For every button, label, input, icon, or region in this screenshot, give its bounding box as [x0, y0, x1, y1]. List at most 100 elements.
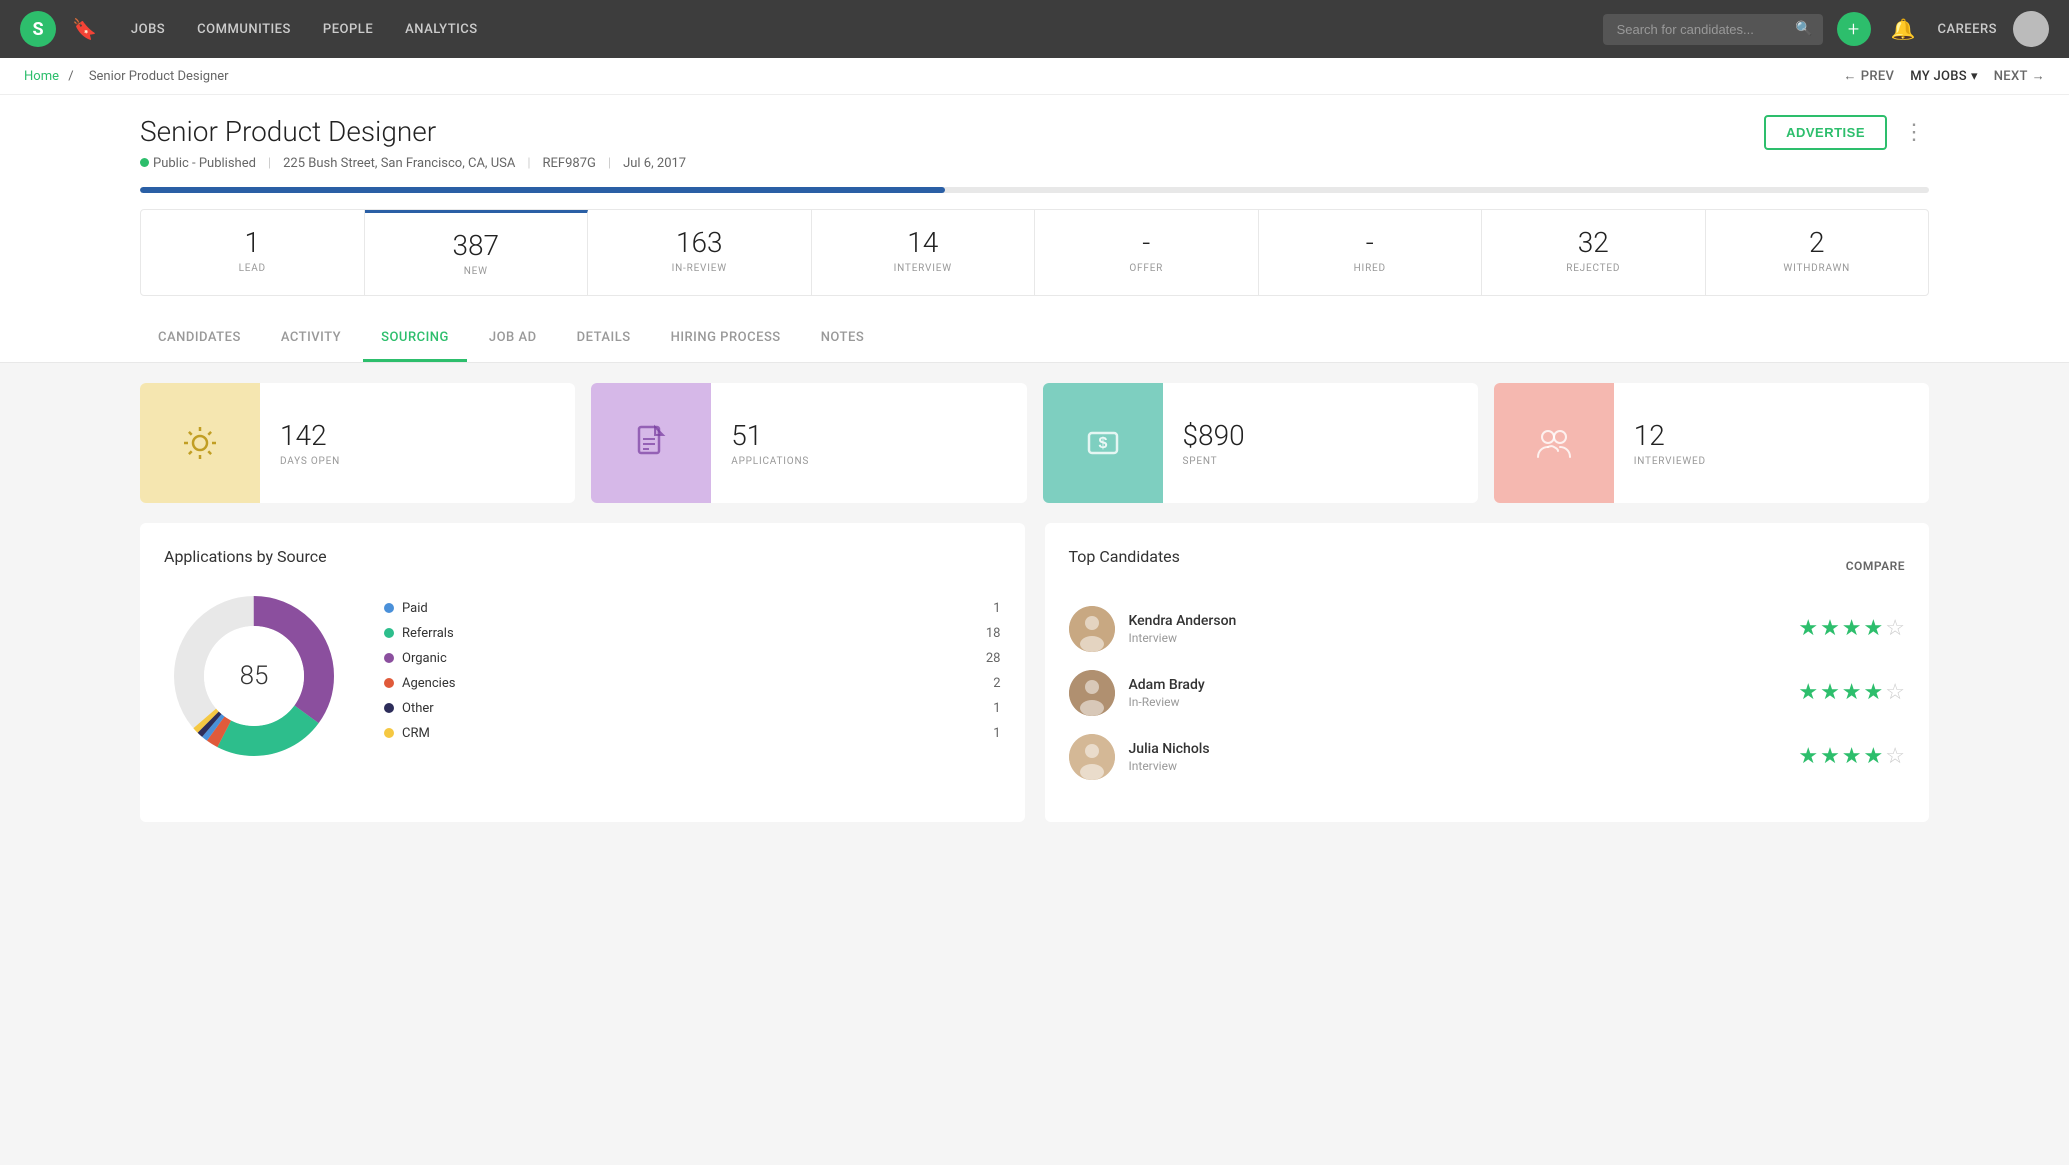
stat-item-withdrawn[interactable]: 2 WITHDRAWN — [1706, 210, 1929, 295]
stat-item-interview[interactable]: 14 INTERVIEW — [812, 210, 1036, 295]
source-card-label: DAYS OPEN — [280, 456, 340, 467]
stat-item-new[interactable]: 387 NEW — [365, 210, 589, 295]
candidate-name: Julia Nichols — [1129, 741, 1785, 757]
my-jobs-label: MY JOBS — [1910, 69, 1967, 84]
careers-link[interactable]: CAREERS — [1937, 22, 1997, 37]
candidate-info: Julia Nichols Interview — [1129, 741, 1785, 773]
top-candidates-card: Top Candidates COMPARE Kendra Anderson I… — [1045, 523, 1930, 822]
legend-label: Other — [402, 701, 434, 716]
my-jobs-button[interactable]: MY JOBS ▾ — [1910, 69, 1978, 84]
stat-value: 163 — [600, 228, 799, 259]
stat-value: 387 — [377, 231, 576, 262]
next-button[interactable]: NEXT → — [1994, 68, 2045, 84]
progress-bar — [140, 187, 945, 193]
avatar-placeholder — [1069, 734, 1115, 780]
candidate-stage: In-Review — [1129, 695, 1785, 709]
donut-chart: 85 — [164, 586, 344, 766]
candidate-name: Adam Brady — [1129, 677, 1785, 693]
job-actions: ADVERTISE ⋮ — [1764, 115, 1929, 150]
tabs-row: CANDIDATESACTIVITYSOURCINGJOB ADDETAILSH… — [0, 316, 2069, 363]
user-avatar[interactable] — [2013, 11, 2049, 47]
source-card-icon-teal: $ — [1043, 383, 1163, 503]
stat-item-offer[interactable]: - OFFER — [1035, 210, 1259, 295]
app-logo[interactable]: S — [20, 11, 56, 47]
breadcrumb-home[interactable]: Home — [24, 69, 59, 84]
top-section: Home / Senior Product Designer ← PREV MY… — [0, 58, 2069, 363]
stat-item-in-review[interactable]: 163 IN-REVIEW — [588, 210, 812, 295]
nav-link-analytics[interactable]: ANALYTICS — [391, 14, 492, 45]
source-card-spent: $ $890 SPENT — [1043, 383, 1478, 503]
stat-value: 32 — [1494, 228, 1693, 259]
stat-value: - — [1047, 228, 1246, 259]
candidate-row[interactable]: Kendra Anderson Interview ★★★★☆ — [1069, 606, 1906, 652]
breadcrumb-bar: Home / Senior Product Designer ← PREV MY… — [0, 58, 2069, 95]
source-card-value: $890 — [1183, 419, 1245, 452]
meta-divider-2: | — [527, 156, 530, 171]
bookmark-icon[interactable]: 🔖 — [72, 17, 97, 41]
avatar-placeholder — [1069, 606, 1115, 652]
advertise-button[interactable]: ADVERTISE — [1764, 115, 1887, 150]
tab-hiring-process[interactable]: HIRING PROCESS — [653, 316, 799, 362]
legend-count: 1 — [993, 601, 1000, 616]
svg-text:$: $ — [1098, 435, 1107, 452]
tab-details[interactable]: DETAILS — [559, 316, 649, 362]
stat-item-lead[interactable]: 1 LEAD — [141, 210, 365, 295]
legend-count: 1 — [993, 701, 1000, 716]
source-card-info: 142 DAYS OPEN — [260, 403, 360, 483]
notifications-bell-icon[interactable]: 🔔 — [1891, 17, 1916, 41]
main-content: 142 DAYS OPEN 51 APPLICATIONS $ $890 SPE… — [0, 383, 2069, 846]
compare-button[interactable]: COMPARE — [1846, 559, 1905, 573]
chevron-down-icon: ▾ — [1971, 69, 1978, 84]
stat-label: IN-REVIEW — [600, 263, 799, 274]
candidate-stage: Interview — [1129, 759, 1785, 773]
stat-label: LEAD — [153, 263, 352, 274]
source-card-info: $890 SPENT — [1163, 403, 1265, 483]
tab-job-ad[interactable]: JOB AD — [471, 316, 555, 362]
star-filled-icon: ★ — [1864, 616, 1884, 641]
legend-item-referrals: Referrals 18 — [384, 626, 1001, 641]
candidate-info: Kendra Anderson Interview — [1129, 613, 1785, 645]
candidate-avatar — [1069, 734, 1115, 780]
candidate-row[interactable]: Julia Nichols Interview ★★★★☆ — [1069, 734, 1906, 780]
prev-button[interactable]: ← PREV — [1843, 68, 1894, 84]
tab-activity[interactable]: ACTIVITY — [263, 316, 359, 362]
legend-left: Referrals — [384, 626, 454, 641]
candidate-stars: ★★★★☆ — [1798, 616, 1905, 641]
candidates-list: Kendra Anderson Interview ★★★★☆ Adam Bra… — [1069, 606, 1906, 780]
legend-dot — [384, 653, 394, 663]
candidate-row[interactable]: Adam Brady In-Review ★★★★☆ — [1069, 670, 1906, 716]
star-filled-icon: ★ — [1820, 616, 1840, 641]
source-card-days-open: 142 DAYS OPEN — [140, 383, 575, 503]
top-navigation: S 🔖 JOBSCOMMUNITIESPEOPLEANALYTICS 🔍 + 🔔… — [0, 0, 2069, 58]
add-button[interactable]: + — [1837, 12, 1871, 46]
legend-item-agencies: Agencies 2 — [384, 676, 1001, 691]
tab-candidates[interactable]: CANDIDATES — [140, 316, 259, 362]
tab-sourcing[interactable]: SOURCING — [363, 316, 467, 362]
meta-divider-1: | — [268, 156, 271, 171]
star-filled-icon: ★ — [1842, 744, 1862, 769]
source-card-info: 51 APPLICATIONS — [711, 403, 829, 483]
legend-count: 1 — [993, 726, 1000, 741]
star-filled-icon: ★ — [1798, 744, 1818, 769]
nav-link-jobs[interactable]: JOBS — [117, 14, 179, 45]
stat-label: NEW — [377, 266, 576, 277]
tab-notes[interactable]: NOTES — [803, 316, 883, 362]
stat-item-rejected[interactable]: 32 REJECTED — [1482, 210, 1706, 295]
star-filled-icon: ★ — [1864, 680, 1884, 705]
legend-count: 2 — [993, 676, 1000, 691]
next-arrow-icon: → — [2032, 68, 2045, 84]
nav-link-people[interactable]: PEOPLE — [309, 14, 387, 45]
legend-label: Paid — [402, 601, 428, 616]
candidate-stars: ★★★★☆ — [1798, 680, 1905, 705]
job-title: Senior Product Designer — [140, 115, 686, 148]
search-input[interactable] — [1603, 14, 1823, 45]
job-location: 225 Bush Street, San Francisco, CA, USA — [283, 156, 515, 171]
star-filled-icon: ★ — [1798, 680, 1818, 705]
more-options-icon[interactable]: ⋮ — [1899, 116, 1929, 149]
legend-item-other: Other 1 — [384, 701, 1001, 716]
nav-link-communities[interactable]: COMMUNITIES — [183, 14, 305, 45]
stat-item-hired[interactable]: - HIRED — [1259, 210, 1483, 295]
source-card-label: APPLICATIONS — [731, 456, 809, 467]
nav-links: JOBSCOMMUNITIESPEOPLEANALYTICS — [117, 14, 492, 45]
search-wrap: 🔍 — [1603, 14, 1823, 45]
